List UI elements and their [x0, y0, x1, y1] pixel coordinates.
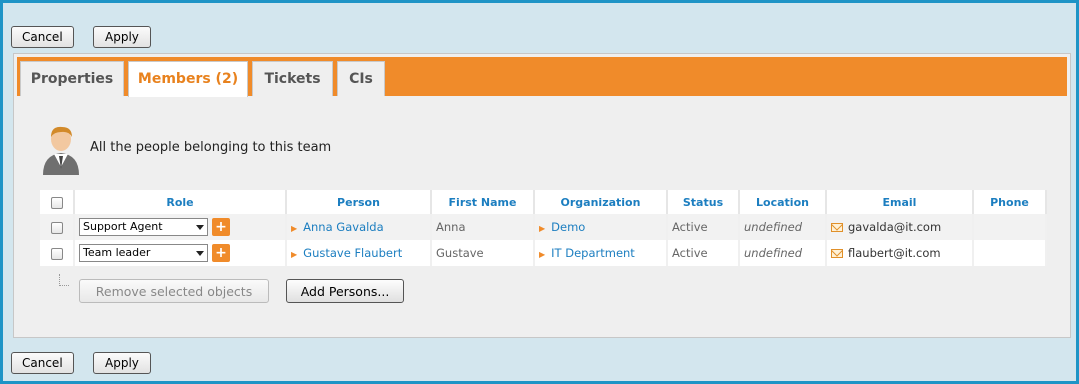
table-header: Role Person First Name Organization Stat…	[40, 190, 1047, 214]
role-select-value: Support Agent	[83, 220, 163, 233]
table-row: Team leader + ▶ Gustave Flaubert Gustave ▶…	[40, 240, 1047, 266]
add-persons-button[interactable]: Add Persons...	[286, 279, 404, 303]
col-status[interactable]: Status	[667, 190, 740, 214]
col-first-name[interactable]: First Name	[431, 190, 535, 214]
role-cell: Team leader +	[74, 240, 287, 266]
mail-icon	[831, 223, 843, 232]
bullet-arrow-icon: ▶	[291, 250, 298, 259]
bullet-arrow-icon: ▶	[539, 250, 546, 259]
location-cell: undefined	[739, 240, 827, 266]
plus-icon[interactable]: +	[212, 218, 230, 236]
email-link[interactable]: gavalda@it.com	[848, 220, 941, 234]
person-link[interactable]: Gustave Flaubert	[303, 246, 402, 260]
col-organization[interactable]: Organization	[534, 190, 668, 214]
phone-cell	[973, 240, 1047, 266]
tree-connector	[59, 274, 69, 286]
person-icon	[43, 126, 79, 175]
role-select[interactable]: Support Agent	[79, 218, 208, 236]
apply-button-bottom[interactable]: Apply	[93, 352, 151, 374]
tab-members[interactable]: Members (2)	[128, 61, 248, 97]
bullet-arrow-icon: ▶	[539, 224, 546, 233]
first-name-cell: Anna	[431, 214, 535, 240]
person-cell: ▶ Gustave Flaubert	[286, 240, 432, 266]
window-frame: Cancel Apply Properties Members (2) Tick…	[3, 3, 1076, 381]
col-role[interactable]: Role	[74, 190, 287, 214]
row-checkbox[interactable]	[50, 221, 63, 234]
email-link[interactable]: flaubert@it.com	[848, 246, 941, 260]
row-select-cell	[40, 240, 75, 266]
person-link[interactable]: Anna Gavalda	[303, 220, 384, 234]
tab-bar: Properties Members (2) Tickets CIs	[17, 57, 1067, 97]
bullet-arrow-icon: ▶	[291, 224, 298, 233]
select-all-checkbox[interactable]	[50, 196, 63, 209]
col-phone[interactable]: Phone	[973, 190, 1047, 214]
col-email[interactable]: Email	[826, 190, 974, 214]
cancel-button-top[interactable]: Cancel	[11, 26, 74, 48]
organization-link[interactable]: Demo	[551, 220, 585, 234]
phone-cell	[973, 214, 1047, 240]
email-cell: flaubert@it.com	[826, 240, 974, 266]
mail-icon	[831, 249, 843, 258]
tab-tickets[interactable]: Tickets	[252, 61, 333, 96]
status-cell: Active	[667, 240, 740, 266]
chevron-down-icon	[196, 225, 204, 230]
email-cell: gavalda@it.com	[826, 214, 974, 240]
organization-cell: ▶ IT Department	[534, 240, 668, 266]
first-name-cell: Gustave	[431, 240, 535, 266]
col-location[interactable]: Location	[739, 190, 827, 214]
role-select[interactable]: Team leader	[79, 244, 208, 262]
remove-selected-button[interactable]: Remove selected objects	[79, 279, 269, 303]
role-cell: Support Agent +	[74, 214, 287, 240]
cancel-button-bottom[interactable]: Cancel	[11, 352, 74, 374]
chevron-down-icon	[196, 251, 204, 256]
intro-text: All the people belonging to this team	[90, 140, 332, 155]
person-cell: ▶ Anna Gavalda	[286, 214, 432, 240]
members-table: Role Person First Name Organization Stat…	[40, 190, 1047, 266]
plus-icon[interactable]: +	[212, 244, 230, 262]
row-select-cell	[40, 214, 75, 240]
table-row: Support Agent + ▶ Anna Gavalda Anna ▶ Demo …	[40, 214, 1047, 240]
role-select-value: Team leader	[83, 246, 151, 259]
location-cell: undefined	[739, 214, 827, 240]
status-cell: Active	[667, 214, 740, 240]
tab-properties[interactable]: Properties	[20, 61, 124, 96]
main-panel: Properties Members (2) Tickets CIs All t…	[13, 53, 1071, 338]
organization-link[interactable]: IT Department	[551, 246, 635, 260]
organization-cell: ▶ Demo	[534, 214, 668, 240]
select-all-cell	[40, 190, 75, 214]
apply-button-top[interactable]: Apply	[93, 26, 151, 48]
col-person[interactable]: Person	[286, 190, 432, 214]
tab-cis[interactable]: CIs	[337, 61, 385, 96]
row-checkbox[interactable]	[50, 247, 63, 260]
